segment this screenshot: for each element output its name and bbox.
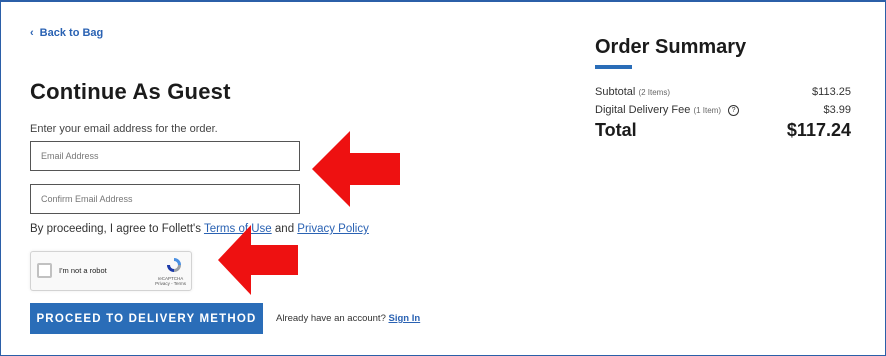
account-prompt: Already have an account? Sign In xyxy=(276,313,420,324)
sign-in-link[interactable]: Sign In xyxy=(389,313,421,324)
fee-items: (1 Item) xyxy=(693,106,721,115)
recaptcha-label: I'm not a robot xyxy=(59,266,107,275)
proceed-to-delivery-button[interactable]: PROCEED TO DELIVERY METHOD xyxy=(30,303,263,334)
subtotal-value: $113.25 xyxy=(812,86,851,98)
total-value: $117.24 xyxy=(786,120,851,140)
total-label: Total xyxy=(595,120,637,140)
arrow-left-icon xyxy=(312,131,400,207)
recaptcha-links[interactable]: Privacy - Terms xyxy=(155,281,186,286)
summary-accent-bar xyxy=(595,65,632,69)
recaptcha-checkbox[interactable] xyxy=(37,263,52,278)
fee-value: $3.99 xyxy=(823,104,851,116)
subtotal-items: (2 Items) xyxy=(638,88,670,97)
fee-label-wrap: Digital Delivery Fee (1 Item) ? xyxy=(595,104,740,116)
recaptcha-logo-icon xyxy=(167,258,181,272)
back-to-bag-label: Back to Bag xyxy=(39,27,104,39)
arrow-left-icon xyxy=(218,225,298,295)
chevron-left-icon: ‹ xyxy=(30,27,34,39)
recaptcha-widget: I'm not a robot reCAPTCHA Privacy - Term… xyxy=(30,251,192,291)
delivery-fee-row: Digital Delivery Fee (1 Item) ? $3.99 xyxy=(595,104,851,116)
total-row: Total $117.24 xyxy=(595,120,851,141)
email-field[interactable] xyxy=(30,141,300,171)
help-circle-icon[interactable]: ? xyxy=(728,104,740,116)
terms-agreement: By proceeding, I agree to Follett's Term… xyxy=(30,223,369,235)
page-title: Continue As Guest xyxy=(30,79,231,104)
fee-label: Digital Delivery Fee xyxy=(595,104,691,116)
privacy-policy-link[interactable]: Privacy Policy xyxy=(297,223,369,235)
recaptcha-brand: reCAPTCHA Privacy - Terms xyxy=(155,276,186,286)
subtotal-row: Subtotal (2 Items) $113.25 xyxy=(595,86,851,98)
order-summary-title: Order Summary xyxy=(595,36,747,58)
subtotal-label: Subtotal xyxy=(595,86,636,98)
email-instruction: Enter your email address for the order. xyxy=(30,123,218,135)
back-to-bag-link[interactable]: ‹ Back to Bag xyxy=(30,27,103,39)
account-prompt-text: Already have an account? xyxy=(276,313,386,324)
confirm-email-field[interactable] xyxy=(30,184,300,214)
agree-prefix: By proceeding, I agree to Follett's xyxy=(30,223,204,235)
subtotal-label-wrap: Subtotal (2 Items) xyxy=(595,86,670,98)
